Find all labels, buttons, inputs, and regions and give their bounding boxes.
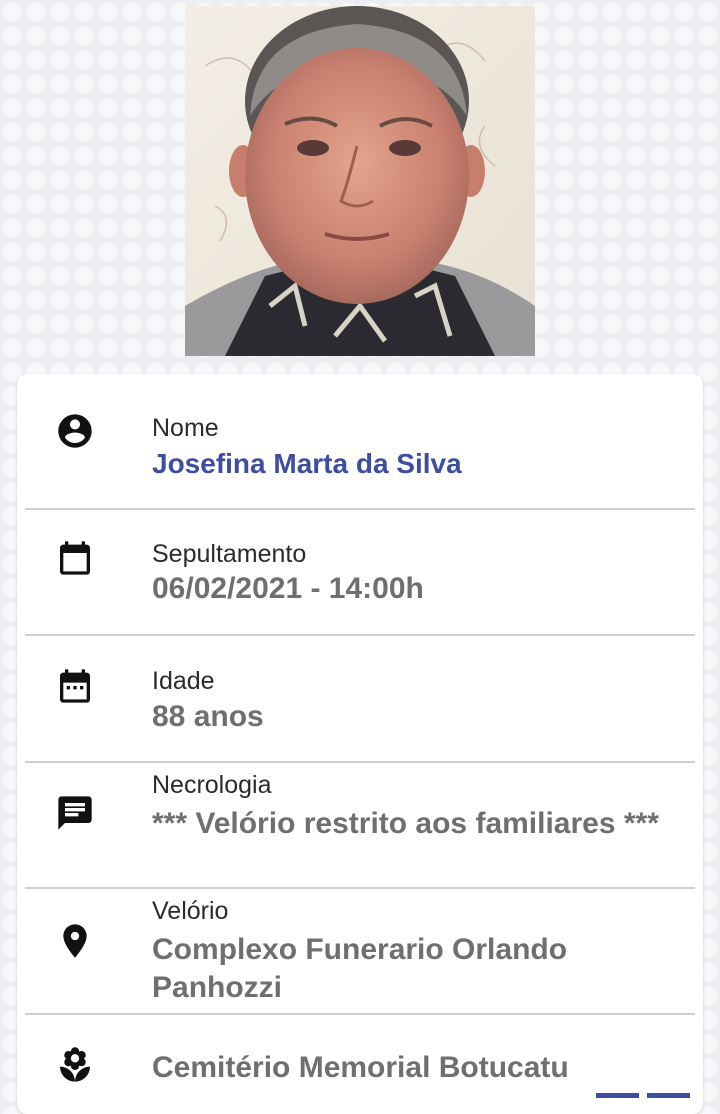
sepultamento-label: Sepultamento (152, 540, 307, 568)
details-card: Nome Josefina Marta da Silva Sepultament… (17, 374, 703, 1114)
idade-value: 88 anos (152, 700, 264, 733)
row-velorio: Velório Complexo Funerario Orlando Panho… (25, 887, 695, 1015)
necrologia-label: Necrologia (152, 771, 272, 799)
row-idade: Idade 88 anos (25, 634, 695, 763)
row-necrologia: Necrologia *** Velório restrito aos fami… (25, 761, 695, 889)
flower-icon (55, 1045, 95, 1085)
row-sepultamento: Sepultamento 06/02/2021 - 14:00h (25, 508, 695, 636)
bottom-accent-marks (596, 1093, 690, 1098)
row-cemiterio: Cemitério Memorial Botucatu (25, 1013, 695, 1103)
portrait-image (185, 6, 535, 356)
account-circle-icon (55, 411, 95, 451)
row-nome: Nome Josefina Marta da Silva (25, 374, 695, 510)
accent-mark (647, 1093, 690, 1098)
cemiterio-value: Cemitério Memorial Botucatu (152, 1051, 569, 1084)
map-pin-icon (55, 921, 95, 961)
profile-photo (185, 6, 535, 356)
calendar-icon (55, 538, 95, 578)
accent-mark (596, 1093, 639, 1098)
nome-value: Josefina Marta da Silva (152, 448, 462, 479)
nome-label: Nome (152, 414, 219, 442)
sepultamento-value: 06/02/2021 - 14:00h (152, 572, 424, 605)
message-icon (55, 793, 95, 833)
idade-label: Idade (152, 667, 215, 695)
velorio-value: Complexo Funerario Orlando Panhozzi (152, 933, 568, 1004)
calendar-dots-icon (55, 666, 95, 706)
necrologia-value: *** Velório restrito aos familiares *** (152, 807, 659, 840)
velorio-label: Velório (152, 897, 229, 925)
